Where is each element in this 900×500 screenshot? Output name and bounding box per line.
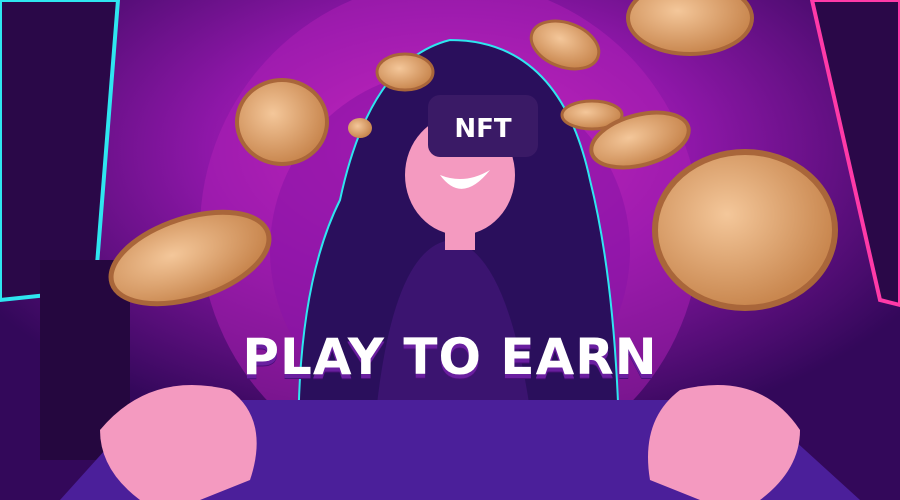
coin xyxy=(626,0,754,56)
coin xyxy=(235,78,329,166)
coin xyxy=(375,52,435,92)
coin xyxy=(652,149,838,311)
nft-visor-text: NFT xyxy=(454,114,512,144)
headline: PLAY TO EARN xyxy=(242,328,658,386)
neck xyxy=(445,225,475,250)
play-to-earn-illustration: NFT xyxy=(0,0,900,500)
coin xyxy=(348,118,372,138)
